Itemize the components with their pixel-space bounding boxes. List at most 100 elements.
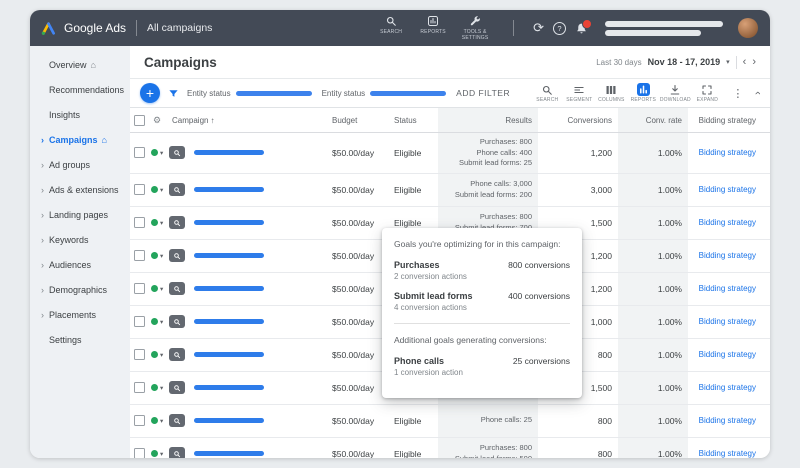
reports-tool-button[interactable]: REPORTS [629, 83, 657, 103]
row-checkbox[interactable] [133, 382, 145, 393]
sidebar-item-landing-pages[interactable]: Landing pages [30, 202, 130, 227]
previous-period-button[interactable] [743, 57, 747, 67]
add-campaign-button[interactable] [140, 83, 160, 103]
campaign-status-toggle[interactable] [148, 405, 166, 437]
campaign-status-toggle[interactable] [148, 240, 166, 272]
select-all-checkbox[interactable] [133, 114, 145, 126]
refresh-icon[interactable] [533, 19, 544, 37]
column-header-conv-rate[interactable]: Conv. rate [618, 108, 688, 132]
campaign-name-redacted[interactable] [194, 286, 264, 291]
bidding-strategy-link[interactable]: Bidding strategy [699, 383, 756, 392]
download-tool-button[interactable]: DOWNLOAD [660, 84, 691, 103]
campaign-name-redacted[interactable] [194, 451, 264, 456]
gear-icon[interactable] [153, 115, 161, 126]
sidebar-item-campaigns[interactable]: Campaigns [30, 127, 130, 152]
columns-tool-button[interactable]: COLUMNS [597, 84, 625, 103]
row-checkbox[interactable] [133, 415, 145, 426]
sidebar-item-recommendations[interactable]: Recommendations [30, 77, 130, 102]
budget-cell[interactable]: $50.00/day [326, 133, 388, 173]
column-header-bidding-strategy[interactable]: Bidding strategy [688, 108, 762, 132]
sidebar-item-insights[interactable]: Insights [30, 102, 130, 127]
campaign-name-redacted[interactable] [194, 253, 264, 258]
sidebar-item-keywords[interactable]: Keywords [30, 227, 130, 252]
campaign-name-redacted[interactable] [194, 319, 264, 324]
campaign-status-toggle[interactable] [148, 306, 166, 338]
column-header-conversions[interactable]: Conversions [538, 108, 618, 132]
bidding-strategy-link[interactable]: Bidding strategy [699, 317, 756, 326]
next-period-button[interactable] [752, 57, 756, 67]
result-line: Purchases: 800 [479, 212, 532, 221]
campaign-status-toggle[interactable] [148, 273, 166, 305]
campaign-status-toggle[interactable] [148, 438, 166, 459]
sidebar-item-ad-groups[interactable]: Ad groups [30, 152, 130, 177]
column-header-campaign[interactable]: Campaign [166, 108, 326, 132]
budget-cell[interactable]: $50.00/day [326, 174, 388, 206]
bidding-strategy-link[interactable]: Bidding strategy [699, 185, 756, 194]
sidebar-item-placements[interactable]: Placements [30, 302, 130, 327]
sidebar-item-audiences[interactable]: Audiences [30, 252, 130, 277]
sidebar-item-overview[interactable]: Overview [30, 52, 130, 77]
campaign-name-redacted[interactable] [194, 187, 264, 192]
column-header-budget[interactable]: Budget [326, 108, 388, 132]
bidding-strategy-link[interactable]: Bidding strategy [699, 449, 756, 458]
campaign-name-redacted[interactable] [194, 418, 264, 423]
campaign-name-redacted[interactable] [194, 352, 264, 357]
campaign-status-toggle[interactable] [148, 339, 166, 371]
campaign-status-toggle[interactable] [148, 174, 166, 206]
expand-tool-button[interactable]: EXPAND [693, 84, 721, 103]
sidebar-item-ads-extensions[interactable]: Ads & extensions [30, 177, 130, 202]
campaign-name-redacted[interactable] [194, 150, 264, 156]
row-checkbox[interactable] [133, 283, 145, 294]
search-tool-button[interactable]: SEARCH [533, 84, 561, 103]
bidding-strategy-link[interactable]: Bidding strategy [699, 284, 756, 293]
filter-icon[interactable] [168, 88, 179, 99]
avatar[interactable] [738, 18, 758, 38]
search-button[interactable]: SEARCH [372, 15, 410, 41]
add-filter-button[interactable]: ADD FILTER [456, 88, 510, 98]
budget-cell[interactable]: $50.00/day [326, 306, 388, 338]
budget-cell[interactable]: $50.00/day [326, 438, 388, 459]
filter-chip-entity-status[interactable]: Entity status [187, 89, 312, 98]
row-checkbox[interactable] [133, 184, 145, 195]
row-checkbox[interactable] [133, 448, 145, 458]
reports-button[interactable]: REPORTS [414, 15, 452, 41]
table-row[interactable]: $50.00/day Eligible Purchases: 800Submit… [130, 437, 770, 459]
campaign-status-toggle[interactable] [148, 372, 166, 404]
budget-cell[interactable]: $50.00/day [326, 207, 388, 239]
campaign-status-toggle[interactable] [148, 207, 166, 239]
more-options-icon[interactable] [729, 87, 746, 100]
notifications-button[interactable] [575, 18, 592, 35]
segment-tool-button[interactable]: SEGMENT [565, 84, 593, 103]
campaign-status-toggle[interactable] [148, 133, 166, 173]
column-header-status[interactable]: Status [388, 108, 438, 132]
table-row[interactable]: $50.00/day Eligible Phone calls: 25 800 … [130, 404, 770, 438]
bidding-strategy-link[interactable]: Bidding strategy [699, 416, 756, 425]
row-checkbox[interactable] [133, 349, 145, 360]
bidding-strategy-link[interactable]: Bidding strategy [699, 218, 756, 227]
sidebar-item-demographics[interactable]: Demographics [30, 277, 130, 302]
chevron-down-icon[interactable] [726, 58, 730, 66]
row-checkbox[interactable] [133, 147, 145, 159]
budget-cell[interactable]: $50.00/day [326, 339, 388, 371]
collapse-toolbar-icon[interactable] [752, 91, 764, 95]
row-checkbox[interactable] [133, 316, 145, 327]
campaign-name-redacted[interactable] [194, 385, 264, 390]
table-row[interactable]: $50.00/day Eligible Phone calls: 3,000Su… [130, 173, 770, 207]
date-range-value[interactable]: Nov 18 - 17, 2019 [648, 57, 721, 67]
column-header-results[interactable]: Results [438, 108, 538, 132]
row-checkbox[interactable] [133, 217, 145, 228]
bidding-strategy-link[interactable]: Bidding strategy [699, 251, 756, 260]
budget-cell[interactable]: $50.00/day [326, 273, 388, 305]
budget-cell[interactable]: $50.00/day [326, 372, 388, 404]
campaign-name-redacted[interactable] [194, 220, 264, 225]
budget-cell[interactable]: $50.00/day [326, 240, 388, 272]
tools-button[interactable]: TOOLS & SETTINGS [456, 15, 494, 41]
budget-cell[interactable]: $50.00/day [326, 405, 388, 437]
bidding-strategy-link[interactable]: Bidding strategy [699, 148, 756, 157]
help-icon[interactable] [553, 21, 566, 35]
bidding-strategy-link[interactable]: Bidding strategy [699, 350, 756, 359]
filter-chip-entity-status[interactable]: Entity status [322, 89, 447, 98]
row-checkbox[interactable] [133, 250, 145, 261]
sidebar-item-settings[interactable]: Settings [30, 327, 130, 352]
table-row[interactable]: $50.00/day Eligible Purchases: 800Phone … [130, 133, 770, 174]
